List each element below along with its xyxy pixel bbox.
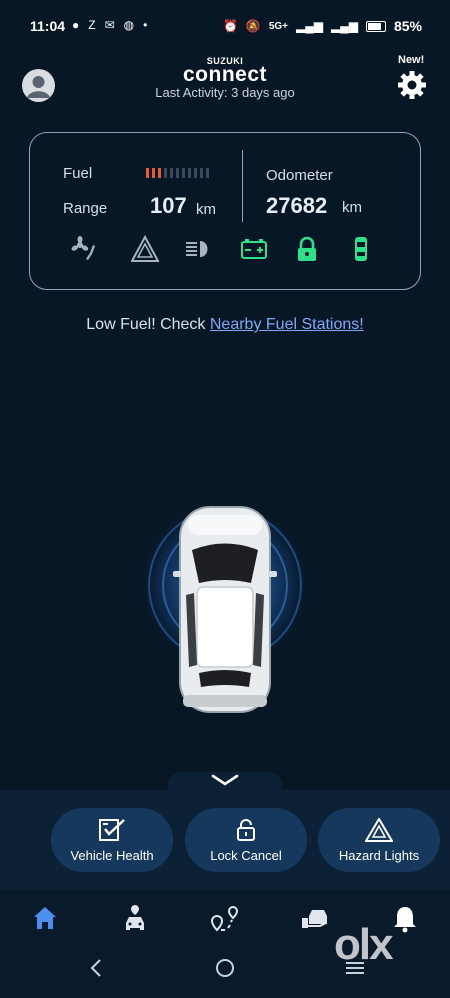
status-time: 11:04 [30,18,66,34]
fuel-gauge-segment [188,168,191,178]
battery-percent: 85% [393,18,422,34]
signal-icon: ▂▄▆ [296,19,323,33]
vehicle-image [137,499,317,715]
battery-icon [365,20,386,32]
lock-cancel-label: Lock Cancel [210,847,282,863]
olx-watermark: olx [334,920,394,969]
nav-service[interactable] [300,904,330,934]
chat-icon: ● [72,18,80,32]
fuel-gauge [146,168,209,178]
fuel-gauge-segment [200,168,203,178]
nav-route[interactable] [209,904,239,934]
signal2-icon: ▂▄▆ [331,19,358,33]
fuel-gauge-segment [158,168,161,178]
fuel-gauge-segment [152,168,155,178]
system-home-button[interactable] [215,958,235,983]
service-icon [302,910,327,928]
dot-icon: • [143,18,148,32]
odometer-label: Odometer [266,167,333,184]
chevron-down-icon [211,774,239,786]
gear-icon [398,71,426,99]
new-badge: New! [398,54,425,66]
nearby-fuel-stations-link[interactable]: Nearby Fuel Stations! [210,316,364,333]
lock-open-icon [237,818,255,841]
hazard-lights-button[interactable]: Hazard Lights [318,808,440,872]
fuel-gauge-segment [206,168,209,178]
range-unit: km [196,201,216,218]
brand-logo: connect [182,63,267,86]
odometer-unit: km [342,199,362,216]
last-activity: Last Activity: 3 days ago [155,85,295,100]
home-icon [34,907,56,929]
network-label: 5G+ [268,20,289,32]
mail-icon: ✉ [104,18,115,32]
car-location-icon [126,905,144,930]
headlight-icon [184,235,212,263]
mute-icon: 🔕 [245,19,261,33]
route-icon [210,905,239,932]
fuel-gauge-segment [194,168,197,178]
vehicle-health-button[interactable]: Vehicle Health [51,808,173,872]
system-back-button[interactable] [88,958,104,983]
lock-cancel-button[interactable]: Lock Cancel [185,808,307,872]
nav-car-location[interactable] [121,904,151,934]
nav-notifications[interactable] [392,904,422,934]
app-icon: ◍ [123,18,135,32]
low-fuel-text: Low Fuel! Check [86,316,210,333]
low-fuel-alert: Low Fuel! Check Nearby Fuel Stations! [0,316,450,334]
fuel-gauge-segment [182,168,185,178]
zee-icon: Z [88,18,96,32]
vehicle-health-label: Vehicle Health [70,847,154,863]
fuel-gauge-segment [176,168,179,178]
fuel-label: Fuel [63,165,93,182]
alarm-icon: ⏰ [222,19,238,33]
status-right: ⏰ 🔕 5G+ ▂▄▆ ▂▄▆ 85% [223,18,422,34]
hazard-indicator-icon [130,234,160,263]
range-label: Range [63,200,108,217]
battery-status-icon [240,235,268,263]
fuel-gauge-segment [164,168,167,178]
collapse-panel-button[interactable] [210,772,240,788]
back-icon [90,959,101,977]
circle-home-icon [216,959,234,977]
hazard-icon [365,817,393,842]
status-notification-icons: ● Z ✉ ◍ • [72,18,147,32]
door-status-icon [347,235,375,263]
bell-icon [394,907,416,933]
nav-home[interactable] [31,904,61,934]
hazard-lights-label: Hazard Lights [338,847,420,863]
vehicle-health-icon [99,818,125,841]
ac-fan-icon [71,235,99,263]
card-divider [242,150,243,222]
fuel-gauge-segment [146,168,149,178]
odometer-value: 27682 [266,193,328,218]
settings-button[interactable] [396,69,428,101]
lock-status-icon [293,235,321,263]
range-value: 107 [150,193,187,218]
fuel-gauge-segment [170,168,173,178]
